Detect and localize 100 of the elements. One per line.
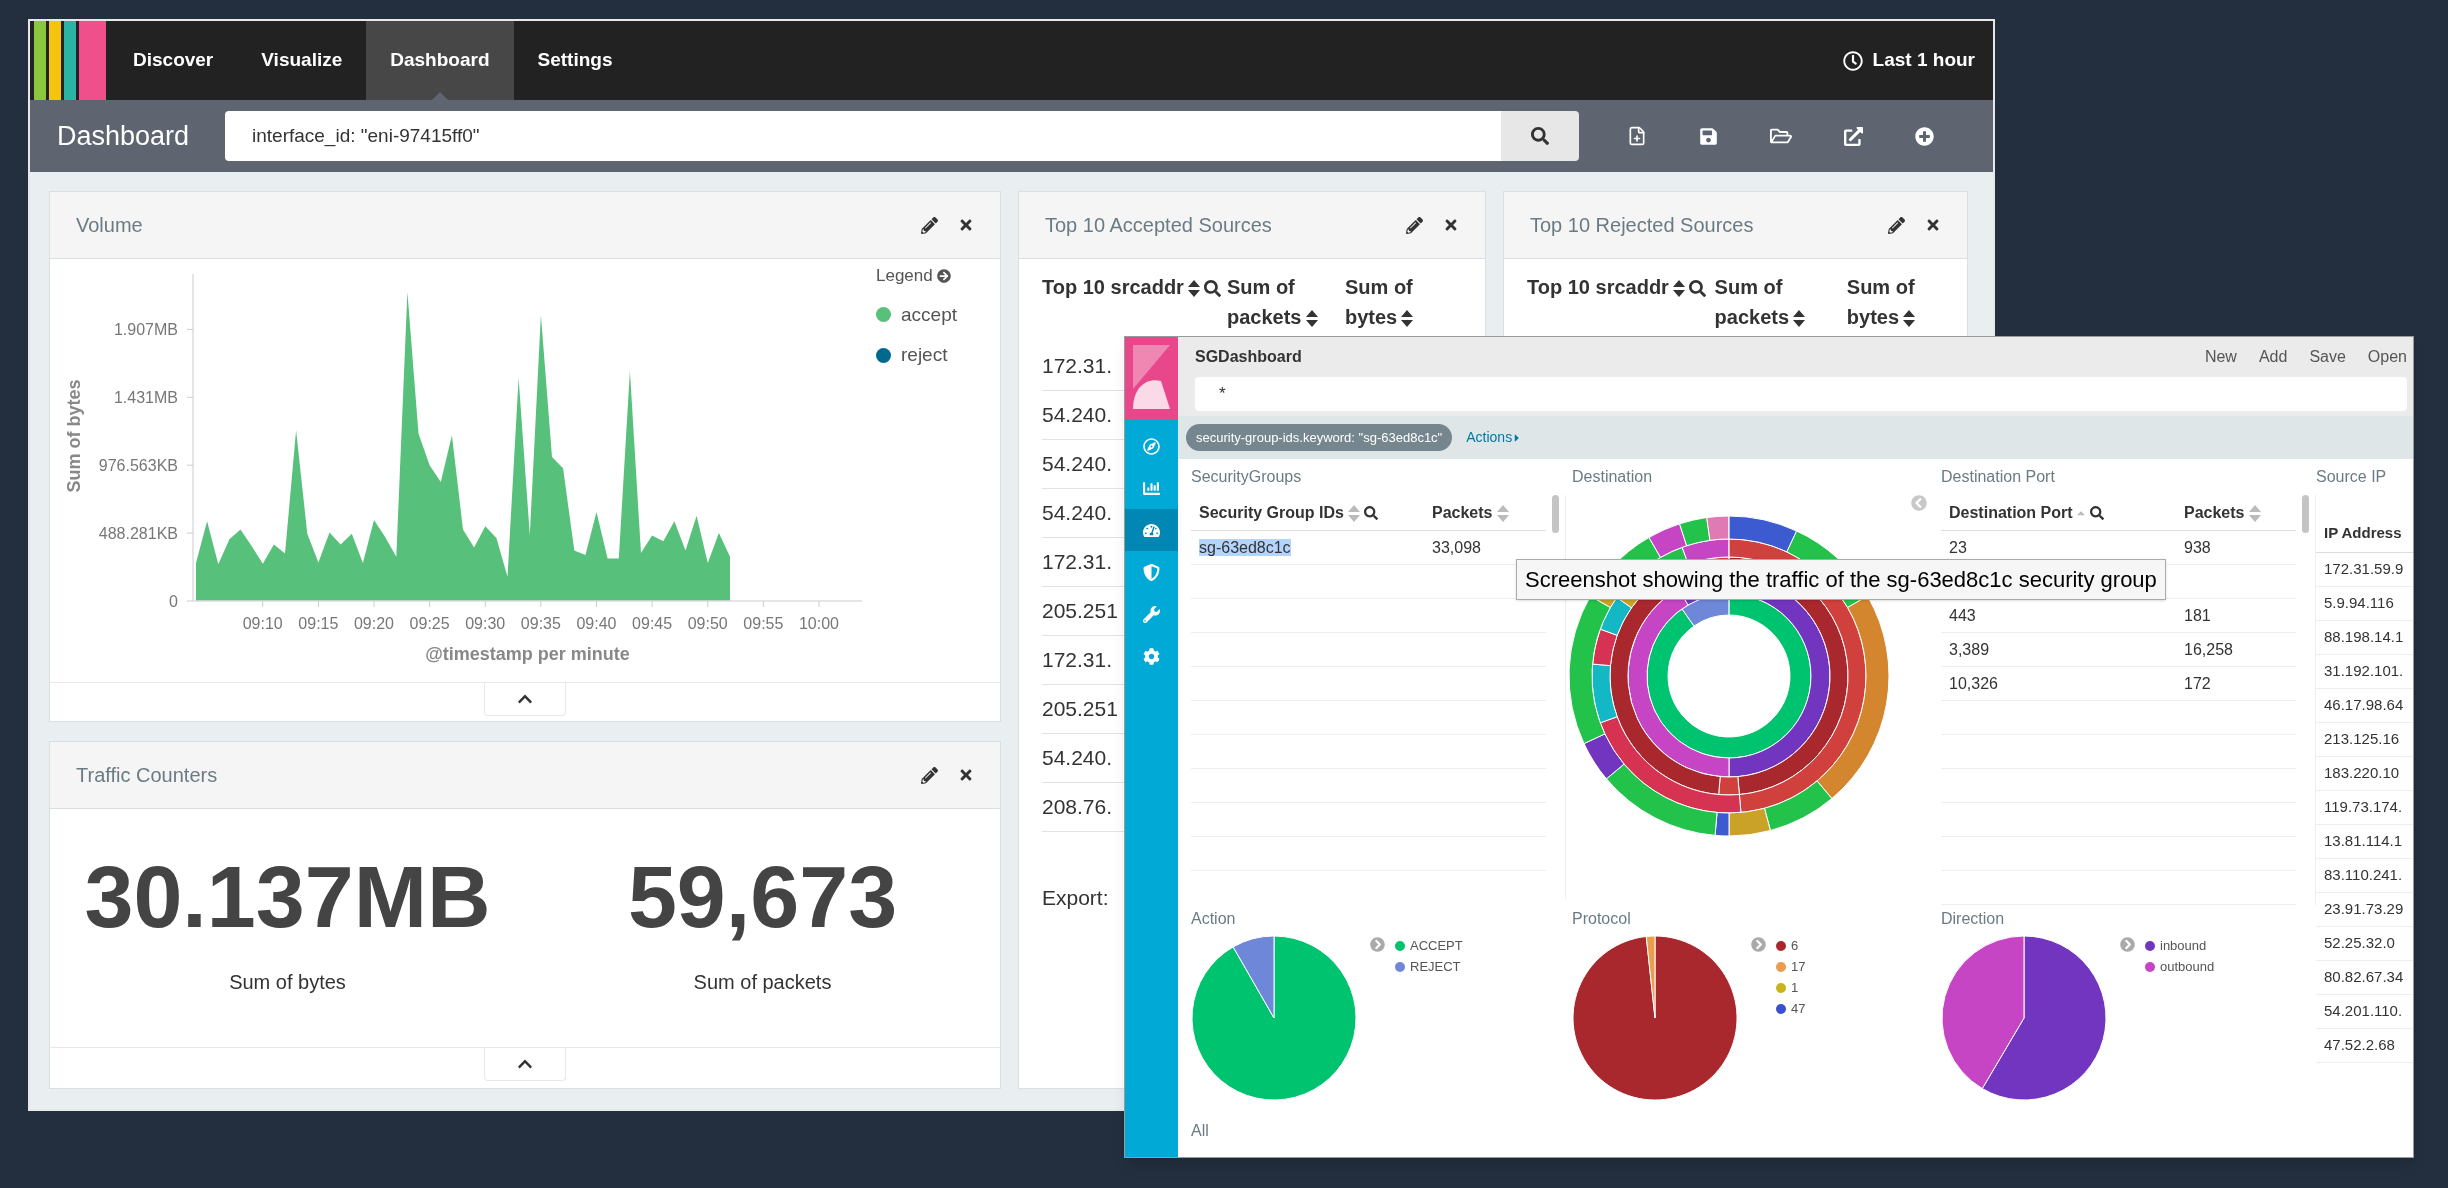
pencil-icon[interactable]	[1406, 216, 1423, 234]
table-cell-text: 172.31.	[1042, 647, 1113, 674]
sort-icon[interactable]	[1305, 310, 1318, 328]
table-cell-text: 10,326	[1949, 673, 1999, 694]
search-icon[interactable]	[2089, 505, 2104, 520]
legend-label[interactable]: reject	[901, 341, 948, 370]
arrow-icon[interactable]	[936, 268, 951, 283]
close-icon[interactable]	[958, 767, 974, 783]
column-header[interactable]: Sum of packets	[1714, 272, 1847, 332]
metric-label: Sum of bytes	[229, 970, 346, 995]
toggle-icon[interactable]	[1370, 937, 1385, 952]
scrollbar[interactable]	[2302, 495, 2309, 533]
search-field[interactable]: interface_id: "eni-97415ff0"	[225, 111, 1501, 161]
scrollbar[interactable]	[1552, 495, 1559, 533]
table-cell[interactable]: sg-63ed8c1c	[1199, 538, 1291, 556]
table-cell-text: 54.240.	[1042, 500, 1113, 527]
footer-label: All	[1191, 1121, 1210, 1141]
close-icon[interactable]	[958, 217, 974, 233]
tick-label: 09:30	[465, 615, 506, 632]
table-cell-text: 54.240.	[1042, 745, 1113, 772]
legend-label[interactable]: ACCEPT	[1410, 935, 1463, 956]
menu-item[interactable]: Open	[2367, 345, 2407, 369]
sort-icon[interactable]	[1187, 280, 1200, 298]
table-cell-text: 83.110.241.	[2324, 865, 2403, 886]
close-icon[interactable]	[1925, 217, 1941, 233]
add-icon[interactable]	[1915, 126, 1934, 146]
table-cell-text: 208.76.	[1042, 794, 1113, 821]
legend-label[interactable]: 47	[1791, 998, 1806, 1019]
share-icon[interactable]	[1844, 126, 1863, 146]
column-header[interactable]: Top 10 srcaddr	[1042, 272, 1227, 302]
section-title: SecurityGroups	[1191, 467, 1303, 487]
sidebar-item[interactable]	[1125, 509, 1178, 551]
toggle-icon[interactable]	[1751, 937, 1766, 952]
section-title: Protocol	[1572, 909, 1632, 929]
file-plus-icon[interactable]	[1627, 126, 1647, 146]
column-header[interactable]: Top 10 srcaddr	[1527, 272, 1715, 302]
column-header[interactable]: Sum of bytes	[1345, 272, 1455, 332]
sunburst-segment	[1648, 523, 1688, 558]
column-header[interactable]: Packets	[2184, 500, 2261, 525]
close-icon[interactable]	[1443, 217, 1459, 233]
clock-icon	[1842, 50, 1863, 71]
column-header[interactable]: Packets	[1432, 500, 1509, 525]
search-icon[interactable]	[1203, 280, 1221, 298]
menu-item[interactable]: New	[2204, 345, 2237, 369]
nav-tab[interactable]: Visualize	[237, 21, 367, 100]
legend-label[interactable]: 6	[1791, 935, 1799, 956]
legend-label[interactable]: REJECT	[1410, 956, 1461, 977]
filter-pill[interactable]: security-group-ids.keyword: "sg-63ed8c1c"	[1186, 423, 1453, 452]
pencil-icon[interactable]	[921, 216, 938, 234]
legend-label[interactable]: inbound	[2160, 935, 2207, 956]
menu-item[interactable]: Add	[2258, 345, 2288, 369]
table-cell-text: 23.91.73.29	[2324, 899, 2404, 920]
folder-icon[interactable]	[1770, 126, 1792, 146]
toggle-icon[interactable]	[2120, 937, 2135, 952]
tick-label: 1.907MB	[113, 321, 178, 339]
compass-icon	[1143, 437, 1160, 455]
menu-item[interactable]: Save	[2309, 345, 2346, 369]
tick-label: 488.281KB	[98, 525, 178, 543]
nav-tab[interactable]: Settings	[513, 21, 637, 100]
time-picker[interactable]: Last 1 hour	[1842, 21, 1993, 100]
tick-label: 09:25	[409, 615, 450, 632]
save-icon[interactable]	[1699, 126, 1718, 146]
table-cell-text: 23	[1949, 537, 1968, 558]
legend-label[interactable]: accept	[901, 300, 957, 329]
table-cell-text: 13.81.114.1	[2324, 831, 2403, 852]
section-title: Destination	[1572, 467, 1654, 487]
search-icon	[1531, 127, 1549, 145]
search-icon[interactable]	[1688, 280, 1706, 298]
table-cell-text: 5.9.94.116	[2324, 593, 2394, 614]
column-header[interactable]: IP Address	[2324, 522, 2402, 545]
pencil-icon[interactable]	[921, 766, 938, 784]
tick-label: 09:40	[576, 615, 617, 632]
nav-tab[interactable]: Dashboard	[366, 21, 514, 100]
section-title: Action	[1191, 909, 1237, 929]
legend-label[interactable]: 17	[1791, 956, 1806, 977]
legend-label[interactable]: outbound	[2160, 956, 2215, 977]
sort-icon[interactable]	[1903, 310, 1916, 328]
dashboard-title: SGDashboard	[1195, 347, 1303, 367]
search-icon[interactable]	[1363, 506, 1378, 521]
table-cell-text: 938	[2184, 537, 2211, 558]
column-header[interactable]: Security Group IDs	[1199, 500, 1432, 525]
column-header[interactable]: Sum of bytes	[1846, 272, 1944, 332]
nav-tab[interactable]: Discover	[109, 21, 238, 100]
column-header[interactable]: Destination Port	[1949, 500, 2184, 525]
query-field[interactable]: *	[1195, 377, 2407, 411]
table-cell-text: 3,389	[1949, 639, 1991, 660]
search-button[interactable]	[1501, 111, 1579, 161]
tick-label: 1.431MB	[113, 389, 178, 407]
sort-icon[interactable]	[1793, 310, 1806, 328]
table-cell-text: 172	[2184, 673, 2211, 694]
pencil-icon[interactable]	[1888, 216, 1905, 234]
actions-link[interactable]: Actions	[1466, 427, 1523, 448]
section-title: Source IP	[2316, 467, 2388, 487]
table-cell-text: 54.201.110.	[2324, 1001, 2403, 1022]
sort-icon[interactable]	[1672, 280, 1685, 298]
legend-label[interactable]: 1	[1791, 977, 1799, 998]
column-header[interactable]: Sum of packets	[1227, 272, 1345, 332]
metric-value: 59,673	[627, 847, 898, 947]
export-label: Export:	[1042, 886, 1109, 909]
sort-icon[interactable]	[1401, 310, 1414, 328]
